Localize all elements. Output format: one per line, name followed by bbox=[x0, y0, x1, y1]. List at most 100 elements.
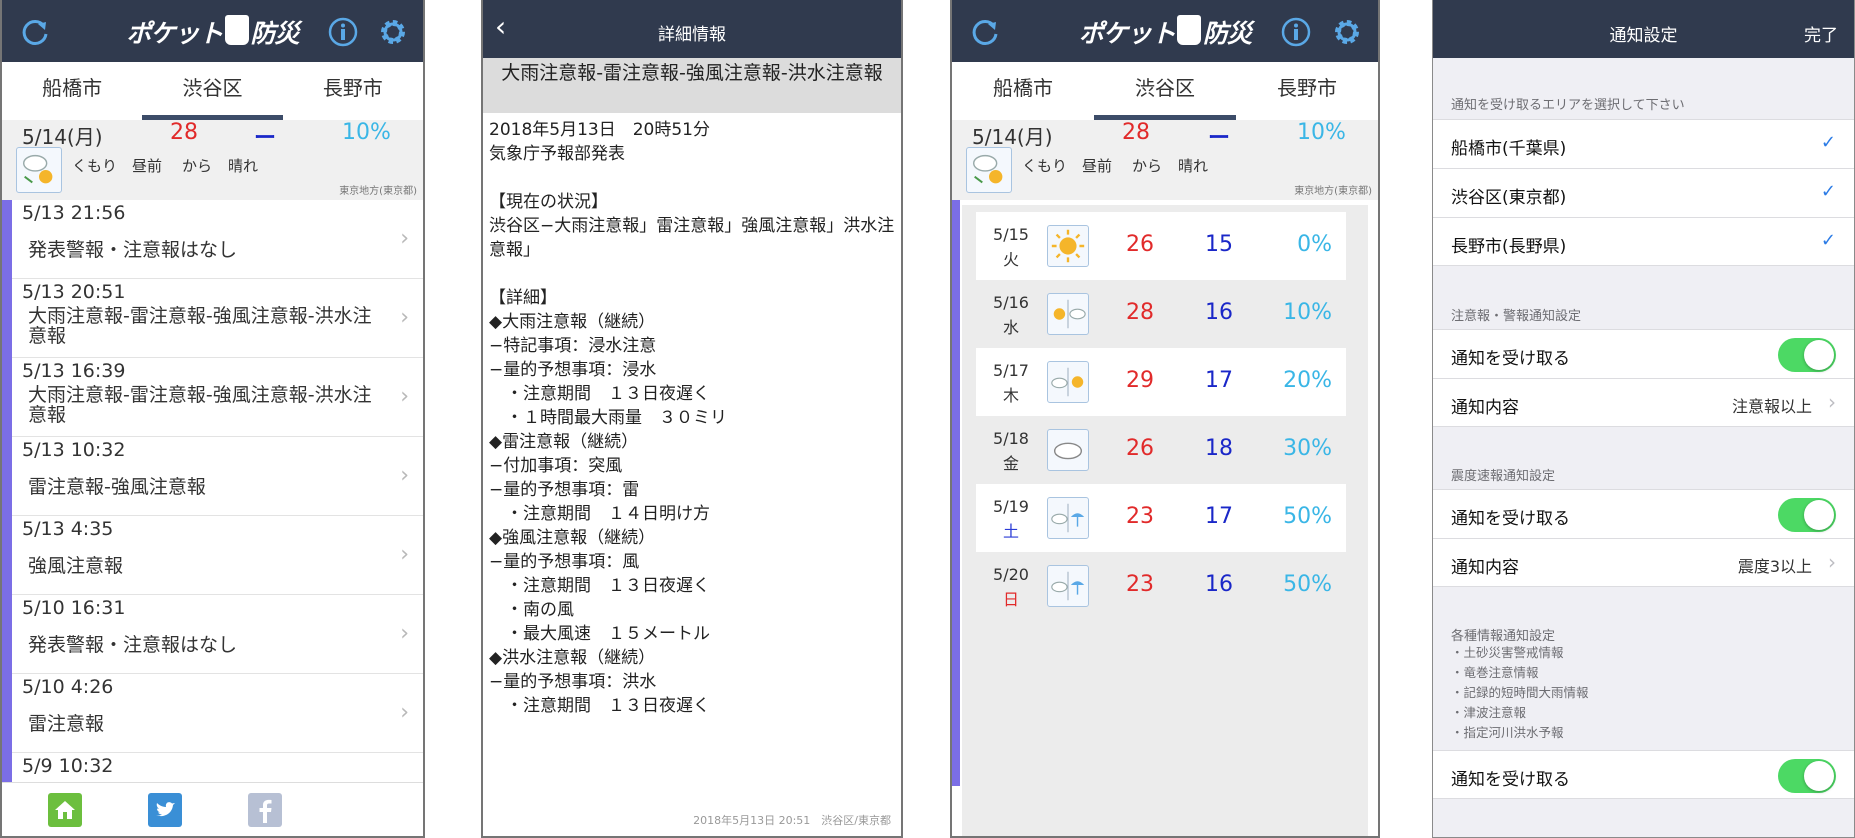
today-weather[interactable]: 5/14(月) 28 ー 10% くもり 昼前 から 晴れ 東京地方(東京都) bbox=[2, 120, 423, 200]
area-option-shibuya[interactable]: 渋谷区(東京都) ✓ bbox=[1433, 168, 1854, 217]
area-section-header: 通知を受け取るエリアを選択して下さい bbox=[1451, 98, 1685, 113]
today-low: ー bbox=[254, 126, 277, 151]
forecast-source: 東京地方(東京都) bbox=[1294, 186, 1372, 197]
today-desc-3: から bbox=[182, 157, 213, 175]
detail-nav-bar: ‹ 詳細情報 bbox=[483, 0, 901, 58]
forecast-row[interactable]: 5/15 火 26 15 0% bbox=[976, 212, 1346, 280]
info-icon[interactable] bbox=[328, 17, 358, 47]
detail-body: 2018年5月13日 20時51分 気象庁予報部発表 【現在の状況】 渋谷区−大… bbox=[489, 120, 895, 716]
info-receive-row: 通知を受け取る bbox=[1433, 750, 1854, 799]
forecast-row[interactable]: 5/17 木 29 17 20% bbox=[976, 348, 1346, 416]
today-high: 28 bbox=[170, 120, 198, 145]
chevron-right-icon: › bbox=[1828, 550, 1836, 574]
today-desc-2: 昼前 bbox=[132, 157, 163, 175]
forecast-row[interactable]: 5/20 日 23 16 50% bbox=[976, 552, 1346, 620]
top-bar: ポケット 防災 bbox=[2, 0, 423, 62]
done-button[interactable]: 完了 bbox=[1804, 21, 1838, 46]
tab-nagano[interactable]: 長野市 bbox=[1236, 62, 1378, 120]
app-logo: ポケット 防災 bbox=[952, 14, 1378, 50]
chevron-right-icon: › bbox=[400, 700, 409, 725]
detail-footer: 2018年5月13日 20:51 渋谷区/東京都 bbox=[693, 814, 891, 827]
quake-receive-toggle[interactable] bbox=[1778, 498, 1836, 532]
chevron-right-icon: › bbox=[400, 542, 409, 567]
detail-screen: ‹ 詳細情報 大雨注意報-雷注意報-強風注意報-洪水注意報 2018年5月13日… bbox=[481, 0, 903, 838]
settings-title: 通知設定 bbox=[1609, 26, 1678, 46]
today-desc-3: から bbox=[1132, 157, 1163, 175]
gear-icon[interactable] bbox=[378, 17, 408, 47]
city-tabs: 船橋市 渋谷区 長野市 bbox=[2, 62, 423, 120]
top-bar: ポケット 防災 bbox=[952, 0, 1378, 62]
warning-section-header: 注意報・警報通知設定 bbox=[1451, 309, 1582, 324]
weekly-forecast-panel: 5/15火 26 15 0% 5/16水 28 16 10% 5/17木 bbox=[962, 205, 1368, 836]
chevron-right-icon: › bbox=[400, 384, 409, 409]
today-date: 5/14(月) bbox=[22, 125, 103, 149]
cloud-then-sun-icon bbox=[16, 147, 62, 193]
warning-receive-toggle[interactable] bbox=[1778, 338, 1836, 372]
cloud-then-sun-icon bbox=[966, 147, 1012, 193]
list-item[interactable]: 5/13 16:39 大雨注意報-雷注意報-強風注意報-洪水注意報 › bbox=[12, 358, 423, 437]
sun-then-cloud-icon bbox=[1047, 293, 1089, 335]
checkmark-icon: ✓ bbox=[1820, 132, 1836, 153]
app-logo: ポケット 防災 bbox=[2, 14, 423, 50]
tab-funabashi[interactable]: 船橋市 bbox=[2, 62, 142, 120]
tab-shibuya[interactable]: 渋谷区 bbox=[1094, 62, 1236, 120]
quake-section-header: 震度速報通知設定 bbox=[1451, 469, 1556, 484]
cloud-then-rain-icon bbox=[1047, 497, 1089, 539]
chevron-right-icon: › bbox=[400, 305, 409, 330]
today-precip: 10% bbox=[1297, 120, 1346, 145]
chevron-right-icon: › bbox=[400, 226, 409, 251]
cloudy-icon bbox=[1047, 429, 1089, 471]
quake-receive-row: 通知を受け取る bbox=[1433, 489, 1854, 538]
quake-content-row[interactable]: 通知内容 震度3以上 › bbox=[1433, 538, 1854, 587]
chevron-right-icon: › bbox=[400, 463, 409, 488]
settings-nav-bar: 通知設定 完了 bbox=[1433, 0, 1854, 58]
cloud-then-sun-icon bbox=[1047, 361, 1089, 403]
forecast-row[interactable]: 5/18 金 26 18 30% bbox=[976, 416, 1346, 484]
weekly-forecast-screen: ポケット 防災 船橋市 渋谷区 長野市 5/14(月) 28 ー 10% くもり … bbox=[950, 0, 1380, 838]
twitter-icon[interactable] bbox=[148, 793, 182, 827]
warning-receive-row: 通知を受け取る bbox=[1433, 329, 1854, 378]
today-low: ー bbox=[1208, 126, 1231, 151]
chevron-right-icon: › bbox=[400, 621, 409, 646]
tab-funabashi[interactable]: 船橋市 bbox=[952, 62, 1094, 120]
list-item[interactable]: 5/13 21:56 発表警報・注意報はなし › bbox=[12, 200, 423, 279]
checkmark-icon: ✓ bbox=[1820, 230, 1836, 251]
sunny-icon bbox=[1047, 225, 1089, 267]
accent-bar bbox=[952, 200, 960, 786]
notification-settings-screen: 通知設定 完了 通知を受け取るエリアを選択して下さい 船橋市(千葉県) ✓ 渋谷区… bbox=[1432, 0, 1855, 838]
info-bullet-list: ・土砂災害警戒情報 ・竜巻注意情報 ・記録的短時間大雨情報 ・津波注意報 ・指定… bbox=[1451, 645, 1589, 740]
cloud-then-rain-icon bbox=[1047, 565, 1089, 607]
list-item[interactable]: 5/13 4:35 強風注意報 › bbox=[12, 516, 423, 595]
forecast-row[interactable]: 5/16 水 28 16 10% bbox=[976, 280, 1346, 348]
area-option-nagano[interactable]: 長野市(長野県) ✓ bbox=[1433, 217, 1854, 266]
bottom-bar bbox=[2, 782, 423, 836]
list-item[interactable]: 5/13 20:51 大雨注意報-雷注意報-強風注意報-洪水注意報 › bbox=[12, 279, 423, 358]
today-date: 5/14(月) bbox=[972, 125, 1053, 149]
today-desc-1: くもり bbox=[1022, 157, 1068, 175]
warning-content-row[interactable]: 通知内容 注意報以上 › bbox=[1433, 378, 1854, 427]
detail-title: 詳細情報 bbox=[658, 25, 726, 45]
gear-icon[interactable] bbox=[1332, 17, 1362, 47]
tab-nagano[interactable]: 長野市 bbox=[283, 62, 423, 120]
city-tabs: 船橋市 渋谷区 長野市 bbox=[952, 62, 1378, 120]
list-item[interactable]: 5/13 10:32 雷注意報-強風注意報 › bbox=[12, 437, 423, 516]
info-section-header: 各種情報通知設定 bbox=[1451, 629, 1556, 644]
forecast-source: 東京地方(東京都) bbox=[339, 186, 417, 197]
list-item[interactable]: 5/10 4:26 雷注意報 › bbox=[12, 674, 423, 753]
detail-headline: 大雨注意報-雷注意報-強風注意報-洪水注意報 bbox=[483, 58, 901, 113]
info-receive-toggle[interactable] bbox=[1778, 759, 1836, 793]
today-desc-2: 昼前 bbox=[1082, 157, 1113, 175]
today-desc-4: 晴れ bbox=[228, 157, 259, 175]
chevron-right-icon: › bbox=[1828, 390, 1836, 414]
alert-history-list: 5/13 21:56 発表警報・注意報はなし › 5/13 20:51 大雨注意報-雷… bbox=[2, 200, 423, 832]
tab-shibuya[interactable]: 渋谷区 bbox=[142, 62, 283, 120]
today-high: 28 bbox=[1122, 120, 1150, 145]
home-icon[interactable] bbox=[48, 793, 82, 827]
area-option-funabashi[interactable]: 船橋市(千葉県) ✓ bbox=[1433, 119, 1854, 168]
list-item[interactable]: 5/10 16:31 発表警報・注意報はなし › bbox=[12, 595, 423, 674]
facebook-icon[interactable] bbox=[248, 793, 282, 827]
today-weather[interactable]: 5/14(月) 28 ー 10% くもり 昼前 から 晴れ 東京地方(東京都) bbox=[952, 120, 1378, 200]
forecast-row[interactable]: 5/19 土 23 17 50% bbox=[976, 484, 1346, 552]
info-icon[interactable] bbox=[1281, 17, 1311, 47]
home-screen: ポケット 防災 船橋市 渋谷区 長野市 5/14(月) 28 ー 10% くもり … bbox=[0, 0, 425, 838]
